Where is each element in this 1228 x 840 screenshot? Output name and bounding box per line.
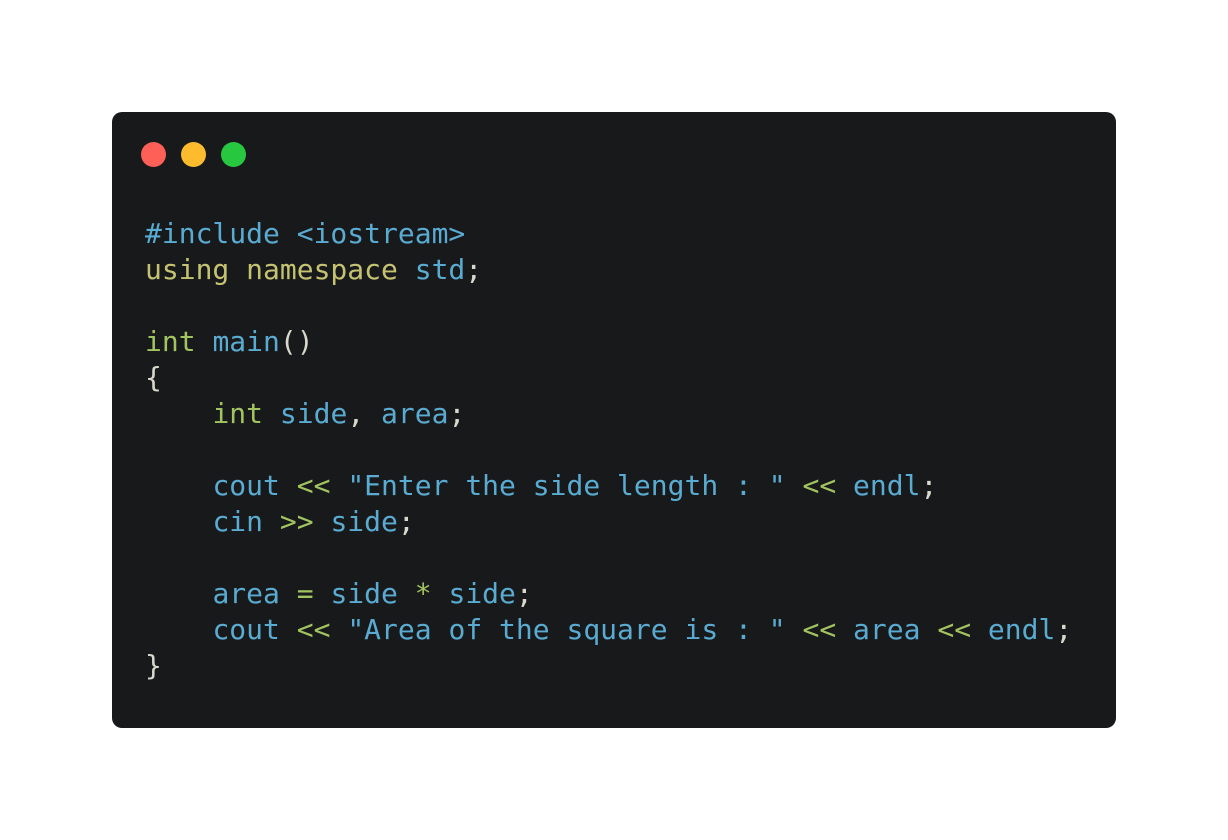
code-token: () bbox=[279, 325, 314, 358]
code-token: "Area of the square is : " bbox=[347, 613, 803, 646]
code-line: { bbox=[145, 360, 1072, 396]
code-token: side bbox=[330, 577, 415, 610]
code-token: ; bbox=[465, 253, 483, 286]
code-token: int bbox=[145, 325, 213, 358]
code-line: area = side * side; bbox=[145, 576, 1072, 612]
code-token: area bbox=[853, 613, 938, 646]
code-token: ; bbox=[448, 397, 466, 430]
code-token: = bbox=[296, 577, 331, 610]
code-token: side bbox=[448, 577, 516, 610]
code-token: "Enter the side length : " bbox=[347, 469, 803, 502]
code-token: << bbox=[296, 469, 348, 502]
code-line: #include <iostream> bbox=[145, 216, 1072, 252]
code-token: area bbox=[212, 577, 297, 610]
code-token: cin bbox=[212, 505, 280, 538]
maximize-button[interactable] bbox=[221, 142, 246, 167]
code-token: using namespace bbox=[145, 253, 415, 286]
code-token: , bbox=[347, 397, 382, 430]
code-line: } bbox=[145, 648, 1072, 684]
code-token: endl bbox=[853, 469, 921, 502]
code-line: using namespace std; bbox=[145, 252, 1072, 288]
code-token: * bbox=[414, 577, 449, 610]
code-window: #include <iostream> using namespace std; i… bbox=[112, 112, 1116, 728]
code-line: cin >> side; bbox=[145, 504, 1072, 540]
code-token: cout bbox=[212, 613, 297, 646]
code-token: area bbox=[381, 397, 449, 430]
code-token: ; bbox=[515, 577, 533, 610]
code-line: int main() bbox=[145, 324, 1072, 360]
code-token: cout bbox=[212, 469, 297, 502]
code-token: } bbox=[145, 649, 162, 682]
code-token: { bbox=[145, 361, 162, 394]
code-token: std bbox=[414, 253, 466, 286]
code-token: int bbox=[212, 397, 280, 430]
code-line: cout << "Enter the side length : " << en… bbox=[145, 468, 1072, 504]
code-token: ; bbox=[397, 505, 415, 538]
code-token: << bbox=[937, 613, 988, 646]
close-button[interactable] bbox=[141, 142, 166, 167]
code-token: endl bbox=[987, 613, 1056, 646]
code-token: ; bbox=[1055, 613, 1073, 646]
code-token: << bbox=[802, 613, 854, 646]
code-token: #include <iostream> bbox=[145, 217, 466, 250]
code-block: #include <iostream> using namespace std; i… bbox=[145, 216, 1072, 684]
code-token: << bbox=[296, 613, 348, 646]
code-token: main bbox=[212, 325, 280, 358]
minimize-button[interactable] bbox=[181, 142, 206, 167]
code-token: side bbox=[279, 397, 348, 430]
window-controls bbox=[141, 142, 246, 167]
code-token: side bbox=[330, 505, 398, 538]
code-token: >> bbox=[279, 505, 331, 538]
code-token: << bbox=[802, 469, 854, 502]
code-line: int side, area; bbox=[145, 396, 1072, 432]
code-token: ; bbox=[920, 469, 938, 502]
code-line: cout << "Area of the square is : " << ar… bbox=[145, 612, 1072, 648]
